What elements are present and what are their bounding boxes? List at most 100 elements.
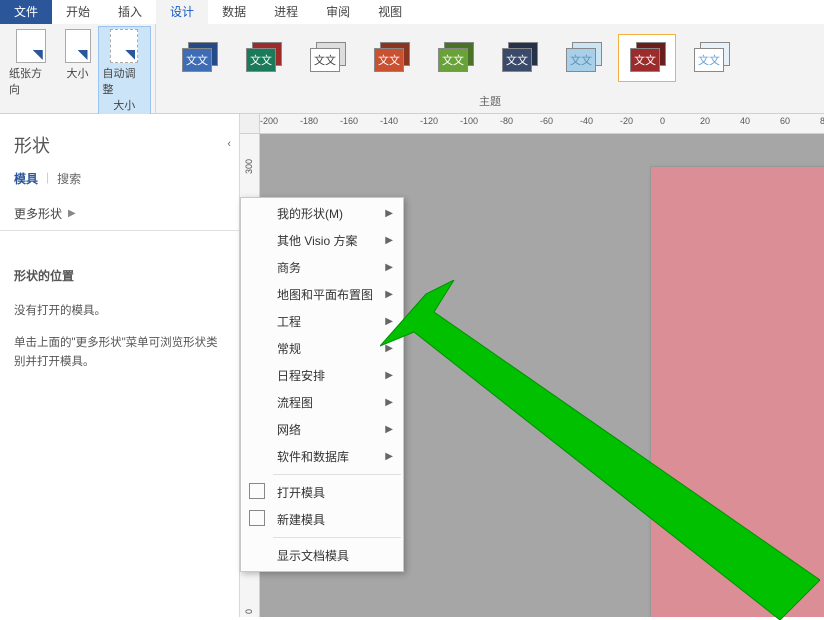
theme-sample-text: 文文 [374, 48, 404, 72]
menu-maps[interactable]: 地图和平面布置图▶ [241, 281, 403, 308]
submenu-icon: ▶ [385, 370, 393, 381]
menu-separator [273, 474, 401, 475]
new-stencil-icon [249, 510, 265, 526]
theme-swatch[interactable]: 文文 [426, 34, 484, 82]
menu-flowchart[interactable]: 流程图▶ [241, 389, 403, 416]
tab-design[interactable]: 设计 [156, 0, 208, 24]
menu-new-stencil[interactable]: 新建模具 [241, 506, 403, 533]
theme-sample-text: 文文 [246, 48, 276, 72]
theme-sample-text: 文文 [630, 48, 660, 72]
orientation-label: 纸张方向 [9, 65, 53, 97]
ruler-tick: 60 [780, 116, 790, 126]
theme-swatch[interactable]: 文文 [170, 34, 228, 82]
ruler-tick: -160 [340, 116, 358, 126]
theme-sample-text: 文文 [694, 48, 724, 72]
ruler-tick: -180 [300, 116, 318, 126]
ruler-tick: 0 [244, 609, 254, 614]
shapes-panel-body: 形状的位置 没有打开的模具。 单击上面的"更多形状"菜单可浏览形状类别并打开模具… [0, 231, 239, 395]
tab-separator: | [46, 170, 49, 187]
theme-swatch[interactable]: 文文 [490, 34, 548, 82]
submenu-icon: ▶ [385, 235, 393, 246]
ruler-tick: 40 [740, 116, 750, 126]
ruler-tick: 80 [820, 116, 824, 126]
more-shapes-menu: 我的形状(M)▶ 其他 Visio 方案▶ 商务▶ 地图和平面布置图▶ 工程▶ … [240, 197, 404, 572]
shapes-position-title: 形状的位置 [14, 267, 225, 284]
theme-sample-text: 文文 [502, 48, 532, 72]
size-button[interactable]: 大小 [60, 26, 96, 116]
ruler-tick: -100 [460, 116, 478, 126]
submenu-icon: ▶ [385, 289, 393, 300]
tab-insert[interactable]: 插入 [104, 0, 156, 24]
ruler-tick: -60 [540, 116, 553, 126]
ruler-tick: 0 [660, 116, 665, 126]
more-shapes-label: 更多形状 [14, 205, 62, 222]
tab-view[interactable]: 视图 [364, 0, 416, 24]
submenu-icon: ▶ [385, 262, 393, 273]
theme-swatch[interactable]: 文文 [554, 34, 612, 82]
ribbon-group-page-setup: 纸张方向 大小 自动调整 大小 页面设置 [0, 24, 156, 113]
search-tab[interactable]: 搜索 [57, 170, 81, 187]
no-open-stencil-text: 没有打开的模具。 [14, 302, 225, 320]
menu-schedule[interactable]: 日程安排▶ [241, 362, 403, 389]
ribbon-tabs: 文件 开始 插入 设计 数据 进程 审阅 视图 [0, 0, 824, 24]
theme-swatch[interactable]: 文文 [682, 34, 740, 82]
menu-network[interactable]: 网络▶ [241, 416, 403, 443]
shapes-panel-tabs: 模具 | 搜索 [0, 164, 239, 197]
ribbon: 纸张方向 大小 自动调整 大小 页面设置 文文 文文 文文 文文 文文 文文 文文 文文 文文 … [0, 24, 824, 114]
ruler-tick: -120 [420, 116, 438, 126]
shapes-panel: 形状 ‹ 模具 | 搜索 更多形状 ▶ 形状的位置 没有打开的模具。 单击上面的… [0, 114, 240, 617]
more-shapes-item[interactable]: 更多形状 ▶ [0, 197, 239, 231]
theme-swatch[interactable]: 文文 [618, 34, 676, 82]
tab-data[interactable]: 数据 [208, 0, 260, 24]
open-stencil-icon [249, 483, 265, 499]
ruler-tick: 300 [244, 159, 254, 174]
theme-swatch[interactable]: 文文 [362, 34, 420, 82]
menu-software[interactable]: 软件和数据库▶ [241, 443, 403, 470]
submenu-icon: ▶ [385, 397, 393, 408]
horizontal-ruler: -200-180-160-140-120-100-80-60-40-200204… [260, 114, 824, 134]
autosize-label-1: 自动调整 [103, 65, 147, 97]
ruler-tick: -200 [260, 116, 278, 126]
stencil-tab[interactable]: 模具 [14, 170, 38, 187]
theme-sample-text: 文文 [438, 48, 468, 72]
menu-business[interactable]: 商务▶ [241, 254, 403, 281]
ruler-tick: -40 [580, 116, 593, 126]
menu-separator [273, 537, 401, 538]
ribbon-group-themes: 文文 文文 文文 文文 文文 文文 文文 文文 文文 主题 [156, 24, 824, 113]
theme-sample-text: 文文 [182, 48, 212, 72]
autosize-label-2: 大小 [113, 97, 135, 113]
theme-swatch[interactable]: 文文 [234, 34, 292, 82]
menu-show-doc-stencil[interactable]: 显示文档模具 [241, 542, 403, 569]
theme-sample-text: 文文 [566, 48, 596, 72]
submenu-icon: ▶ [385, 424, 393, 435]
chevron-right-icon: ▶ [68, 208, 76, 219]
shapes-panel-title: 形状 [0, 114, 239, 164]
drawing-page[interactable] [650, 166, 824, 617]
ruler-corner [240, 114, 260, 134]
submenu-icon: ▶ [385, 316, 393, 327]
ruler-tick: -80 [500, 116, 513, 126]
menu-my-shapes[interactable]: 我的形状(M)▶ [241, 200, 403, 227]
themes-group-label: 主题 [160, 93, 820, 111]
theme-gallery: 文文 文文 文文 文文 文文 文文 文文 文文 文文 [160, 26, 820, 86]
menu-other-visio[interactable]: 其他 Visio 方案▶ [241, 227, 403, 254]
tab-review[interactable]: 审阅 [312, 0, 364, 24]
ruler-tick: -20 [620, 116, 633, 126]
submenu-icon: ▶ [385, 343, 393, 354]
tab-process[interactable]: 进程 [260, 0, 312, 24]
orientation-button[interactable]: 纸张方向 [4, 26, 58, 116]
menu-open-stencil[interactable]: 打开模具 [241, 479, 403, 506]
collapse-shapes-icon[interactable]: ‹ [227, 138, 231, 150]
theme-sample-text: 文文 [310, 48, 340, 72]
shapes-hint-text: 单击上面的"更多形状"菜单可浏览形状类别并打开模具。 [14, 334, 225, 371]
menu-engineering[interactable]: 工程▶ [241, 308, 403, 335]
submenu-icon: ▶ [385, 451, 393, 462]
submenu-icon: ▶ [385, 208, 393, 219]
autosize-button[interactable]: 自动调整 大小 [98, 26, 152, 116]
size-label: 大小 [67, 65, 89, 81]
tab-start[interactable]: 开始 [52, 0, 104, 24]
menu-general[interactable]: 常规▶ [241, 335, 403, 362]
theme-swatch[interactable]: 文文 [298, 34, 356, 82]
ruler-tick: -140 [380, 116, 398, 126]
tab-file[interactable]: 文件 [0, 0, 52, 24]
